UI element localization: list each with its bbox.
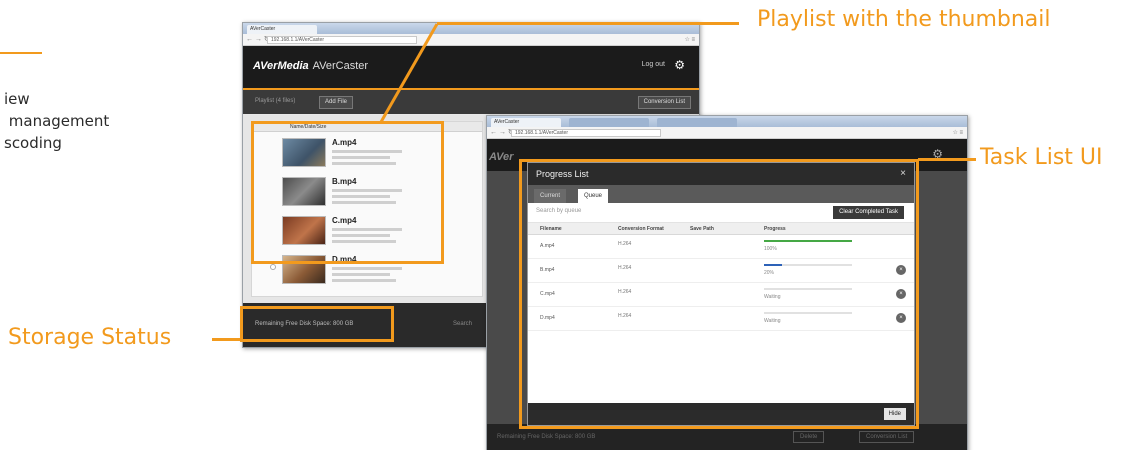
brand-name: AVerMedia: [253, 60, 309, 72]
browser-tab[interactable]: [569, 118, 649, 127]
address-bar: ← → ↻ 192.168.1.1/AVerCaster ☆ ≡: [243, 34, 699, 46]
feature-item: scoding: [4, 134, 62, 152]
app-header: AVerMedia AVerCaster Log out ⚙: [243, 46, 699, 88]
tab-bar: AVerCaster: [487, 116, 967, 127]
task-list-callout: Task List UI: [980, 145, 1103, 170]
feature-item: iew: [4, 90, 30, 108]
conversion-list-button[interactable]: Conversion List: [859, 431, 915, 443]
accent-line: [0, 52, 42, 54]
task-list-highlight: [519, 159, 919, 429]
add-file-button[interactable]: Add File: [319, 96, 354, 109]
window-controls-icon[interactable]: ☆ ≡: [952, 129, 963, 137]
item-meta: [332, 279, 396, 282]
playlist-leader: [437, 22, 739, 25]
logout-link[interactable]: Log out: [642, 61, 665, 68]
storage-callout: Storage Status: [8, 325, 172, 350]
select-radio[interactable]: [270, 264, 276, 270]
address-bar: ← → ↻ 192.168.1.1/AVerCaster ☆ ≡: [487, 127, 967, 139]
toolbar: Playlist (4 files) Add File Conversion L…: [243, 88, 699, 114]
storage-status: Remaining Free Disk Space: 800 GB: [497, 434, 596, 440]
window-controls-icon[interactable]: ☆ ≡: [684, 36, 695, 44]
storage-highlight: [240, 306, 394, 342]
browser-tab[interactable]: AVerCaster: [491, 118, 561, 127]
app-logo: AVerMedia AVerCaster: [253, 60, 368, 72]
feature-item: management: [4, 112, 110, 130]
url-field[interactable]: 192.168.1.1/AVerCaster: [511, 129, 661, 137]
footer-search[interactable]: Search: [453, 321, 472, 327]
app-name: AVerCaster: [312, 60, 369, 72]
item-meta: [332, 273, 390, 276]
browser-tab[interactable]: AVerCaster: [247, 25, 317, 34]
toolbar-text: Playlist (4 files): [255, 98, 296, 104]
storage-leader: [212, 338, 242, 341]
feature-list: iew management scoding: [0, 88, 109, 154]
url-field[interactable]: 192.168.1.1/AVerCaster: [267, 36, 417, 44]
app-logo: AVer: [489, 151, 514, 163]
playlist-callout: Playlist with the thumbnail: [757, 7, 1051, 32]
gear-icon[interactable]: ⚙: [674, 58, 685, 72]
browser-tab[interactable]: [657, 118, 737, 127]
conversion-list-button[interactable]: Conversion List: [637, 96, 691, 109]
item-meta: [332, 267, 402, 270]
delete-button[interactable]: Delete: [793, 431, 825, 443]
playlist-highlight: [251, 121, 444, 264]
task-list-leader: [918, 158, 976, 161]
